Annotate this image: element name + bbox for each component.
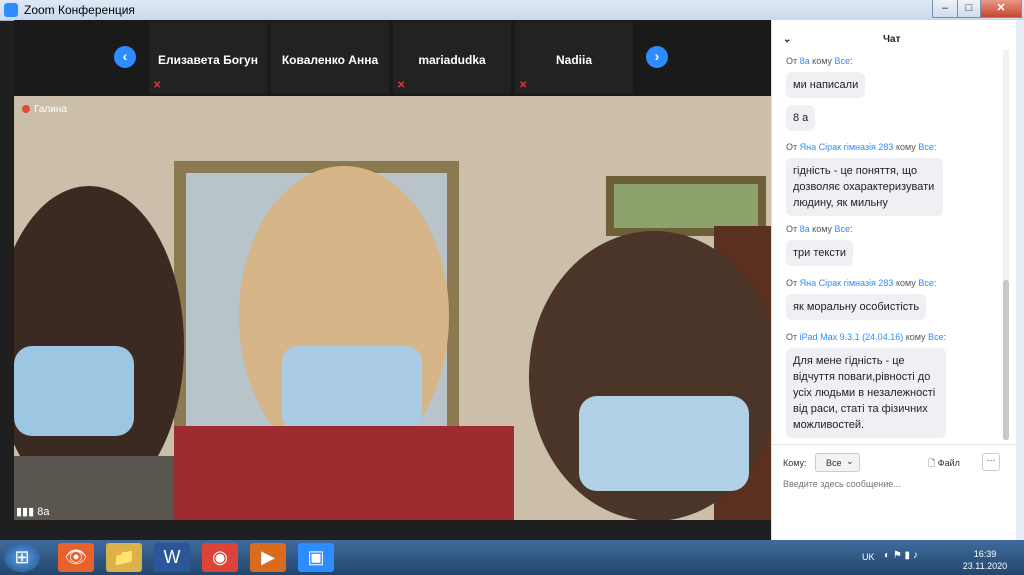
meta-from-word: От [786,278,798,288]
close-button[interactable]: ✕ [980,0,1022,18]
participant-thumb[interactable]: Nadiia ✕ [515,22,633,94]
message-meta: От 8а кому Все: [786,224,853,234]
message-sender[interactable]: 8а [800,56,810,66]
message-recipient: Все [834,224,851,234]
meta-from-word: От [786,332,798,342]
message-bubble: три тексти [786,240,854,266]
participant-name: Елизавета Богун [158,53,258,67]
video-caption: ▮▮▮ 8а [16,505,49,518]
file-button[interactable]: 🗋 Файл [928,456,960,472]
next-participants-button[interactable]: › [646,46,668,68]
taskbar-app-icon[interactable]: 👁 [58,543,94,572]
video-caption-label: 8а [37,506,50,518]
recipient-select-value: Все [826,458,842,468]
clock-time: 16:39 [973,549,997,559]
tray-icons[interactable]: ◐ ⚑ ▮ ♪ [884,550,918,561]
recipient-select[interactable]: Все ⌄ [815,453,860,472]
chat-scroll-thumb[interactable] [1003,280,1009,440]
message-recipient: Все [918,142,934,152]
meta-to-word: кому [895,278,916,288]
clock-date: 23.11.2020 [962,561,1008,571]
message-bubble: Для мене гідність - це відчуття поваги,р… [786,348,946,438]
message-recipient: Все [918,278,934,288]
message-meta: От Яна Сірак гімназія 283 кому Все: [786,278,937,288]
participant-thumb[interactable]: mariadudka ✕ [393,22,511,94]
message-recipient: Все [834,56,851,66]
chat-message-input[interactable] [781,474,1010,494]
zoom-taskbar-icon[interactable]: ▣ [298,543,334,572]
chrome-icon[interactable]: ◉ [202,543,238,572]
speaker-tag: Галина [22,104,67,115]
message-recipient: Все [928,332,944,342]
media-player-icon[interactable]: ▶ [250,543,286,572]
language-indicator[interactable]: UK [862,552,875,562]
recording-dot-icon [22,105,30,114]
file-icon: 🗋 [928,458,938,468]
start-button[interactable]: ⊞ [4,543,40,572]
participant-name: mariadudka [418,53,486,67]
main-video-feed [14,96,771,520]
word-icon[interactable]: W [154,543,190,572]
prev-participants-button[interactable]: ‹ [114,46,136,68]
message-bubble: ми написали [786,72,866,98]
meta-to-word: кому [905,332,926,342]
signal-bars-icon: ▮▮▮ [16,506,38,518]
participant-name: Коваленко Анна [281,53,379,67]
meta-to-word: кому [895,142,916,152]
message-sender[interactable]: Яна Сірак гімназія 283 [800,278,894,288]
zoom-app-icon [4,3,18,17]
message-bubble: як моральну особистість [786,294,927,320]
video-scene [14,96,771,520]
clock[interactable]: 16:39 23.11.2020 [960,548,1010,572]
chevron-down-icon: ⌄ [846,456,854,466]
message-meta: От iPad Max 9.3.1 (24.04.16) кому Все: [786,332,947,342]
meta-to-word: кому [812,224,833,234]
message-sender[interactable]: Яна Сірак гімназія 283 [800,142,894,152]
maximize-button[interactable]: □ [957,0,981,18]
message-bubble: гідність - це поняття, що дозволяє охара… [786,158,943,216]
chat-header: ⌄ Чат [771,28,1016,48]
message-meta: От 8а кому Все: [786,56,853,66]
recipient-label: Кому: [783,458,807,468]
window-title: Zoom Конференция [24,3,135,17]
window-title-bar: Zoom Конференция – □ ✕ [0,0,1024,21]
message-sender[interactable]: 8а [800,224,810,234]
more-options-button[interactable]: ··· [982,453,1000,471]
mic-muted-icon: ✕ [153,80,162,91]
meta-from-word: От [786,224,798,234]
mic-muted-icon: ✕ [397,80,406,91]
window-border [1016,20,1024,540]
chat-title: Чат [883,34,901,45]
participant-name: Nadiia [555,53,592,67]
message-meta: От Яна Сірак гімназія 283 кому Все: [786,142,937,152]
meta-to-word: кому [812,56,833,66]
participant-thumb[interactable]: Коваленко Анна [271,22,389,94]
minimize-button[interactable]: – [932,0,958,18]
meta-from-word: От [786,56,798,66]
folder-icon[interactable]: 📁 [106,543,142,572]
speaker-name: Галина [34,104,67,115]
meta-from-word: От [786,142,798,152]
file-button-label: Файл [937,458,960,468]
mic-muted-icon: ✕ [519,80,528,91]
message-sender[interactable]: iPad Max 9.3.1 (24.04.16) [800,332,904,342]
message-bubble: 8 а [786,105,816,131]
chevron-down-icon[interactable]: ⌄ [783,34,791,45]
participant-thumb[interactable]: Елизавета Богун ✕ [149,22,267,94]
